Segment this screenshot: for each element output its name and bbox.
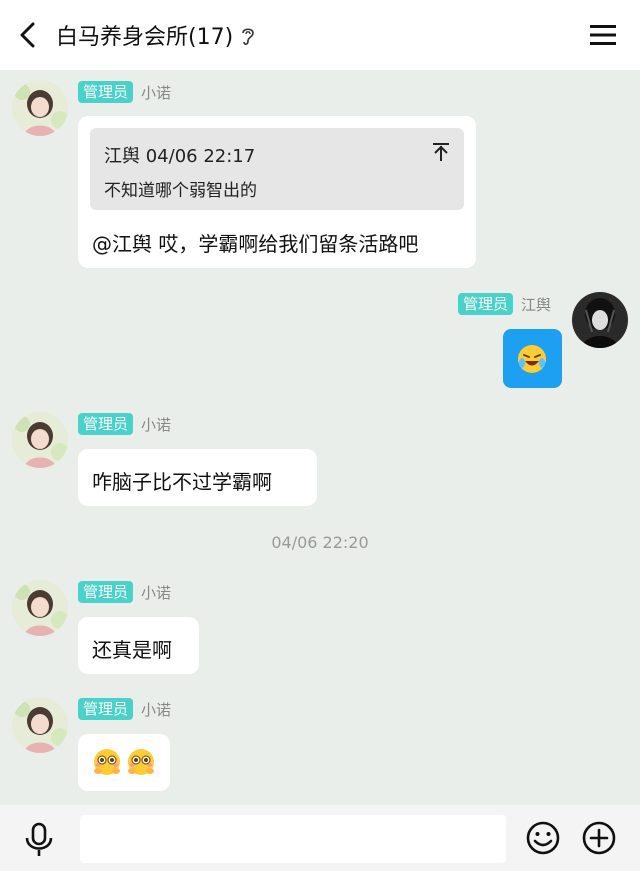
input-bar	[0, 805, 640, 871]
smiley-icon[interactable]	[525, 820, 561, 856]
sender-name: 小诺	[141, 700, 172, 719]
hamburger-menu-icon[interactable]	[590, 23, 616, 47]
chat-timestamp: 04/06 22:20	[271, 533, 369, 552]
admin-badge: 管理员	[458, 293, 514, 315]
message-meta: 管理员 小诺	[78, 412, 171, 436]
chat-title-text: 白马养身会所(17)	[56, 25, 234, 50]
admin-badge: 管理员	[78, 413, 134, 435]
chat-title[interactable]: 白马养身会所(17)	[56, 19, 255, 51]
message-text: 还真是啊	[92, 638, 172, 662]
chevron-left-icon[interactable]	[14, 20, 44, 50]
message-meta: 管理员 小诺	[78, 697, 171, 721]
arrow-up-icon[interactable]	[432, 142, 450, 162]
admin-badge: 管理员	[78, 698, 134, 720]
microphone-icon[interactable]	[24, 822, 54, 858]
message-bubble[interactable]	[78, 734, 170, 791]
quote-author-time: 江舆 04/06 22:17	[104, 146, 256, 167]
message-meta: 管理员 小诺	[78, 80, 171, 104]
sender-name: 小诺	[141, 583, 172, 602]
message-bubble[interactable]	[503, 329, 562, 388]
message-bubble[interactable]: 江舆 04/06 22:17 不知道哪个弱智出的 @江舆 哎，学霸啊给我们留条活…	[78, 116, 476, 268]
message-meta: 管理员 小诺	[78, 580, 171, 604]
avatar-girl-image	[12, 697, 68, 753]
message-text: @江舆 哎，学霸啊给我们留条活路吧	[92, 232, 419, 256]
sender-name: 江舆	[521, 295, 552, 314]
avatar[interactable]	[572, 292, 628, 348]
avatar-girl-image	[12, 580, 68, 636]
avatar-girl-image	[12, 80, 68, 136]
avatar[interactable]	[12, 697, 68, 753]
chat-header: 白马养身会所(17)	[0, 0, 640, 70]
pleading-emoji	[128, 749, 154, 775]
message-bubble[interactable]: 咋脑子比不过学霸啊	[78, 449, 317, 506]
admin-badge: 管理员	[78, 81, 134, 103]
plus-circle-icon[interactable]	[581, 820, 617, 856]
message-input[interactable]	[80, 815, 506, 863]
sender-name: 小诺	[141, 415, 172, 434]
avatar[interactable]	[12, 80, 68, 136]
quote-text: 不知道哪个弱智出的	[104, 181, 257, 201]
quoted-message[interactable]: 江舆 04/06 22:17 不知道哪个弱智出的	[90, 128, 464, 210]
ear-icon	[242, 28, 254, 45]
message-bubble[interactable]: 还真是啊	[78, 617, 199, 674]
admin-badge: 管理员	[78, 581, 134, 603]
avatar-girl-image	[12, 412, 68, 468]
message-meta: 管理员 江舆	[458, 292, 551, 316]
message-text: 咋脑子比不过学霸啊	[92, 470, 272, 494]
laughing-crying-emoji	[518, 345, 546, 373]
pleading-emoji	[94, 749, 120, 775]
avatar[interactable]	[12, 580, 68, 636]
avatar-dark-image	[572, 292, 628, 348]
avatar[interactable]	[12, 412, 68, 468]
sender-name: 小诺	[141, 83, 172, 102]
